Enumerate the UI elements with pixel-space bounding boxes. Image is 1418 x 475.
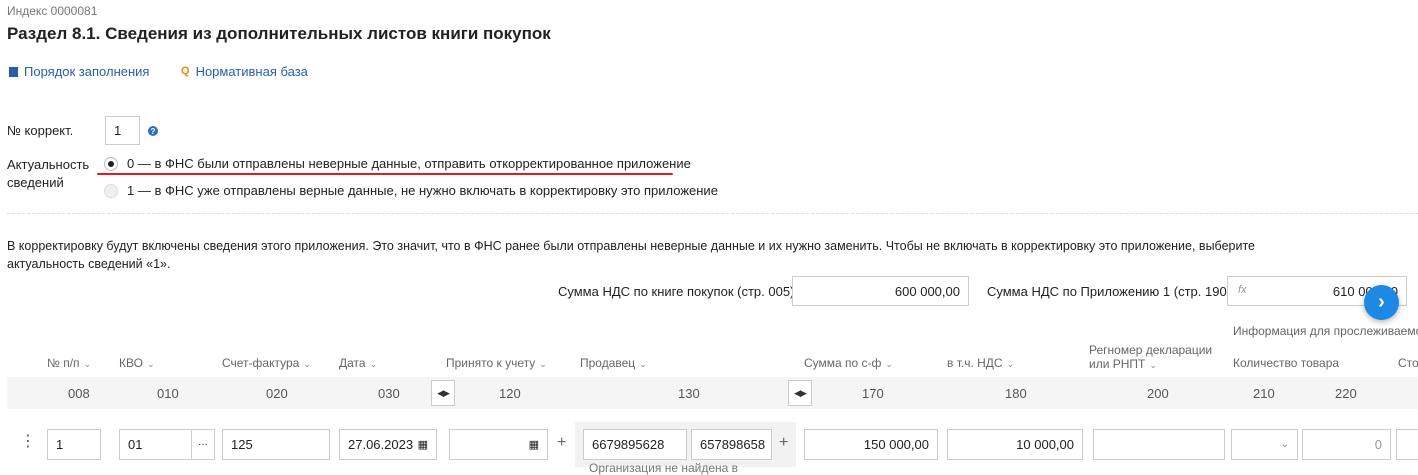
- book-icon: [9, 66, 18, 77]
- book-sum-value: 600 000,00: [894, 283, 960, 299]
- fill-order-link[interactable]: Порядок заполнения: [9, 64, 149, 79]
- code-vat: 180: [1005, 386, 1027, 401]
- calendar-icon[interactable]: ▦: [529, 438, 539, 451]
- code-invoice: 020: [266, 386, 288, 401]
- option-0-label: 0 — в ФНС были отправлены неверные данны…: [127, 156, 691, 171]
- chevron-down-icon: ⌄: [303, 359, 311, 369]
- expand-seller-button[interactable]: ◀▶: [788, 380, 812, 406]
- row-qty-input[interactable]: 0: [1302, 429, 1391, 460]
- code-qty: 210: [1253, 386, 1275, 401]
- divider: [7, 213, 1418, 214]
- actuality-option-1[interactable]: 1 — в ФНС уже отправлены верные данные, …: [104, 183, 718, 198]
- radio-option-0[interactable]: [104, 156, 118, 171]
- help-icon[interactable]: ?: [148, 126, 158, 136]
- code-220: 220: [1335, 386, 1357, 401]
- correction-input[interactable]: 1: [105, 116, 140, 145]
- red-underline-annotation: [97, 173, 673, 175]
- column-codes-row: [7, 377, 1418, 409]
- seller-not-found-note: Организация не найдена в: [589, 461, 739, 475]
- col-regnum[interactable]: Регномер декларации или РНПТ ⌄: [1089, 343, 1212, 372]
- row-npp-input[interactable]: 1: [47, 429, 101, 460]
- code-kvo: 010: [157, 386, 179, 401]
- fill-order-label: Порядок заполнения: [24, 64, 150, 79]
- code-seller: 130: [678, 386, 700, 401]
- page-title: Раздел 8.1. Сведения из дополнительных л…: [7, 24, 551, 43]
- row-menu-icon[interactable]: ⋮: [20, 434, 36, 450]
- row-kvo-input[interactable]: 01: [119, 429, 192, 460]
- normative-label: Нормативная база: [195, 64, 308, 79]
- add-seller-plus-icon[interactable]: +: [779, 434, 788, 452]
- col-seller[interactable]: Продавец ⌄: [580, 356, 647, 370]
- chevron-down-icon: ⌄: [83, 359, 92, 369]
- code-accepted: 120: [499, 386, 521, 401]
- row-cost-input[interactable]: [1396, 429, 1418, 460]
- left-right-arrows-icon: ◀▶: [437, 387, 450, 398]
- col-date[interactable]: Дата ⌄: [339, 356, 377, 370]
- chevron-down-icon: ⌄: [1006, 359, 1015, 369]
- col-vat[interactable]: в т.ч. НДС ⌄: [947, 356, 1014, 370]
- code-npp: 008: [68, 386, 90, 401]
- add-accepted-plus-icon[interactable]: +: [557, 434, 566, 452]
- chevron-down-icon: ⌄: [539, 359, 547, 369]
- kvo-picker-button[interactable]: ···: [191, 429, 215, 460]
- code-date: 030: [378, 386, 400, 401]
- next-arrow-button[interactable]: ›: [1364, 285, 1399, 320]
- row-date-input[interactable]: 27.06.2023 ▦: [339, 429, 437, 460]
- col-sum[interactable]: Сумма по с-ф ⌄: [804, 356, 893, 370]
- formula-icon: fx: [1238, 284, 1247, 296]
- row-invoice-input[interactable]: 125: [222, 429, 330, 460]
- chevron-down-icon: ⌄: [369, 359, 378, 369]
- app-sum-label: Сумма НДС по Приложению 1 (стр. 190): [987, 284, 1232, 299]
- book-sum-label: Сумма НДС по книге покупок (стр. 005): [558, 284, 795, 299]
- row-vat-input[interactable]: 10 000,00: [947, 429, 1083, 460]
- chevron-down-icon: ⌄: [1280, 439, 1289, 450]
- seller-inn-input[interactable]: 6679895628: [583, 429, 687, 460]
- correction-label: № коррект.: [7, 123, 74, 138]
- col-invoice[interactable]: Счет-фактура ⌄: [222, 356, 311, 370]
- chevron-down-icon: ⌄: [1149, 360, 1157, 370]
- chevron-down-icon: ⌄: [639, 359, 647, 369]
- correction-value: 1: [114, 123, 122, 138]
- seller-kpp-input[interactable]: 657898658: [691, 429, 772, 460]
- info-text: В корректировку будут включены сведения …: [7, 239, 1256, 271]
- chevron-right-icon: ›: [1378, 291, 1385, 313]
- option-1-label: 1 — в ФНС уже отправлены верные данные, …: [127, 183, 718, 198]
- actuality-label-line1: Актуальность: [7, 157, 90, 172]
- chevron-down-icon: ⌄: [146, 359, 155, 369]
- row-regnum-input[interactable]: [1093, 429, 1225, 460]
- col-kvo[interactable]: КВО ⌄: [119, 356, 154, 370]
- normative-link[interactable]: Q Нормативная база: [181, 64, 308, 79]
- row-sum-input[interactable]: 150 000,00: [804, 429, 938, 460]
- traceability-group-header: Информация для прослеживаемости: [1233, 324, 1418, 338]
- col-accepted[interactable]: Принято к учету ⌄: [446, 356, 547, 370]
- row-accepted-date-input[interactable]: ▦: [449, 429, 548, 460]
- col-cost[interactable]: Сто: [1398, 356, 1418, 370]
- col-qty[interactable]: Количество товара: [1233, 356, 1339, 370]
- code-sum: 170: [862, 386, 884, 401]
- left-right-arrows-icon: ◀▶: [794, 387, 807, 398]
- chevron-down-icon: ⌄: [885, 359, 893, 369]
- expand-columns-button[interactable]: ◀▶: [431, 380, 455, 406]
- code-regnum: 200: [1147, 386, 1169, 401]
- calendar-icon[interactable]: ▦: [418, 438, 428, 451]
- book-sum-field[interactable]: 600 000,00: [792, 276, 969, 306]
- row-unit-select[interactable]: ⌄: [1231, 429, 1298, 460]
- actuality-option-0[interactable]: 0 — в ФНС были отправлены неверные данны…: [104, 156, 691, 171]
- col-npp[interactable]: № п/п ⌄: [47, 356, 91, 370]
- search-icon: Q: [181, 65, 190, 77]
- more-icon: ···: [198, 439, 208, 450]
- radio-option-1[interactable]: [104, 183, 118, 198]
- form-index: Индекс 0000081: [7, 4, 98, 18]
- actuality-label-line2: сведений: [7, 175, 64, 190]
